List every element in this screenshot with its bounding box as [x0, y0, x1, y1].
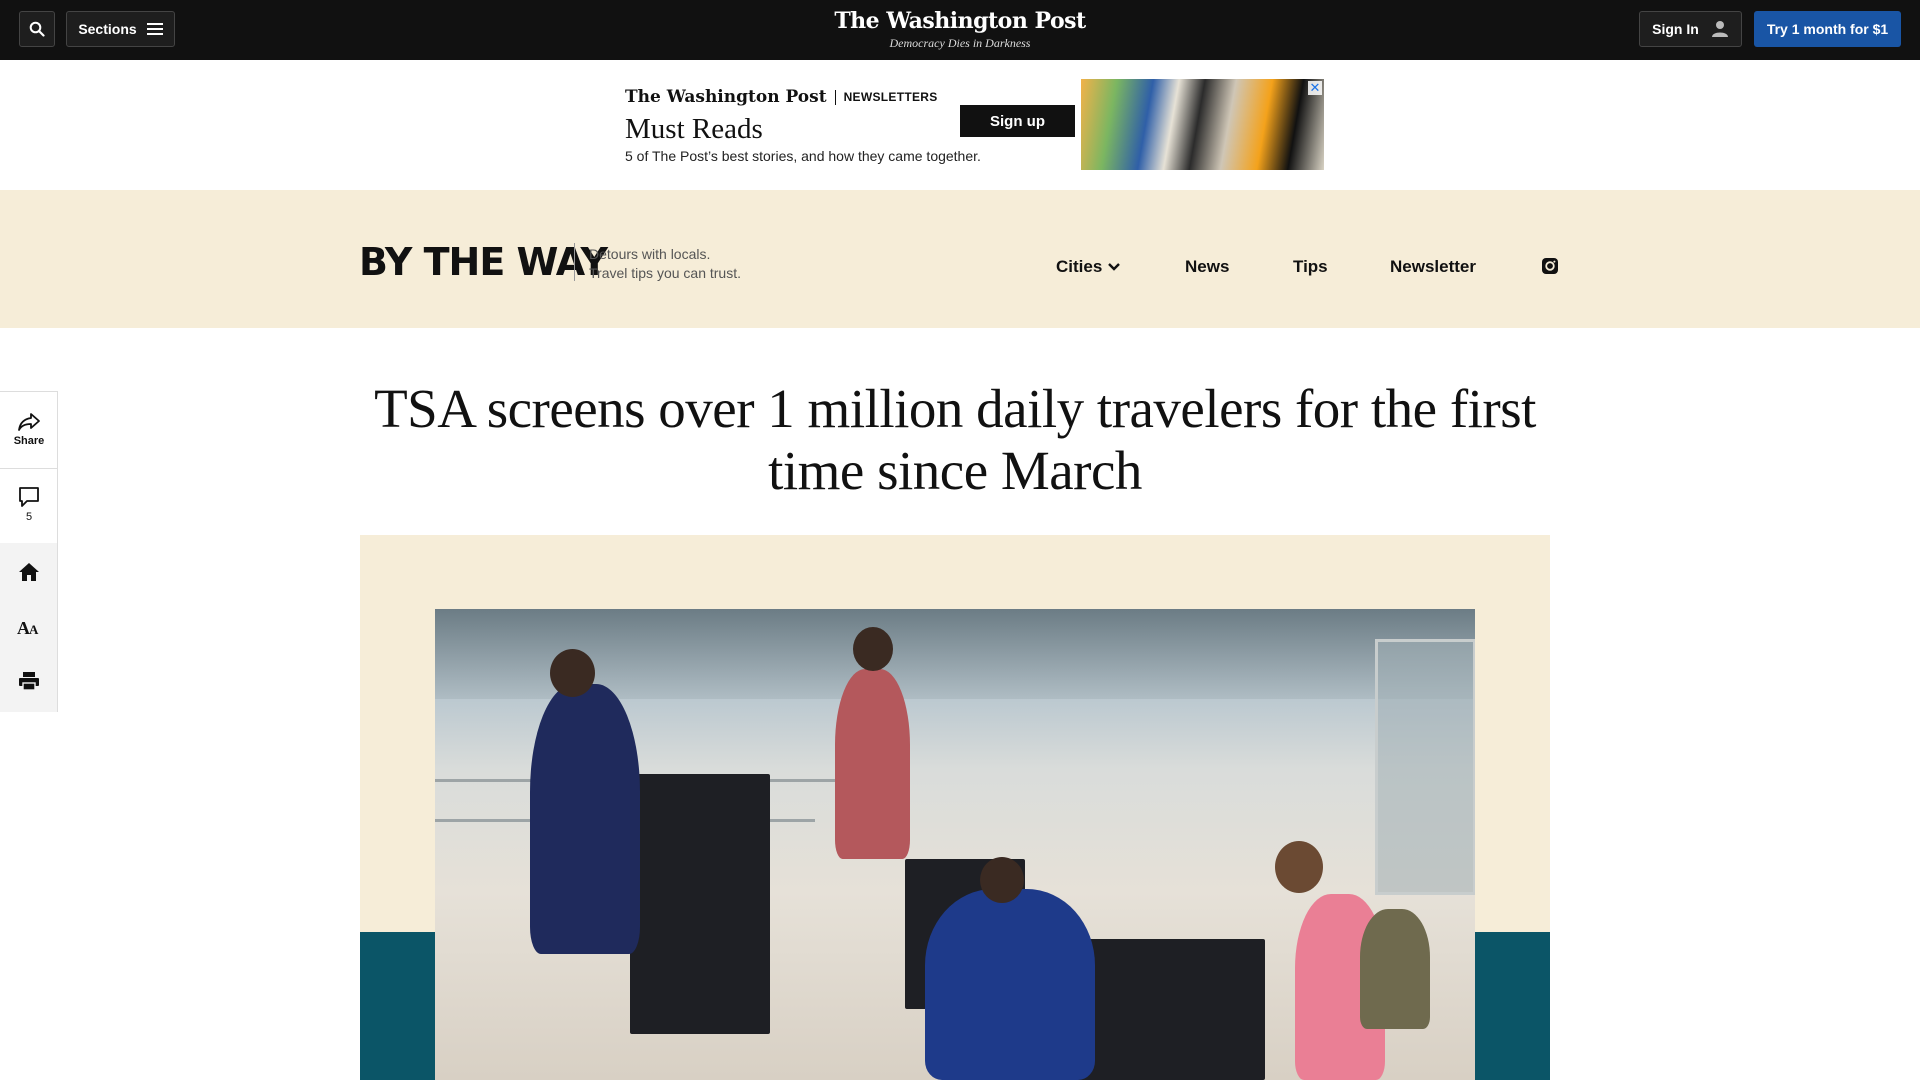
- tsa-checkpoint-photo[interactable]: [435, 609, 1475, 1080]
- photo-glass-partition: [1375, 639, 1475, 895]
- article-tools-rail: Share 5 A A: [0, 391, 58, 712]
- comments-count: 5: [25, 511, 33, 523]
- sign-in-button[interactable]: Sign In: [1639, 11, 1742, 47]
- tagline-line-1: Detours with locals.: [589, 246, 711, 262]
- photo-head: [550, 649, 595, 697]
- share-label: Share: [13, 435, 45, 447]
- share-button[interactable]: Share: [0, 412, 58, 447]
- newsletter-ad[interactable]: The Washington Post NEWSLETTERS Must Rea…: [620, 79, 1324, 171]
- print-button[interactable]: [0, 671, 58, 691]
- instagram-icon[interactable]: [1541, 257, 1559, 275]
- masthead-tagline: Democracy Dies in Darkness: [889, 36, 1031, 50]
- nav-cities[interactable]: Cities: [1056, 257, 1121, 277]
- logo-divider: [574, 243, 575, 281]
- ad-image-collage[interactable]: ✕: [1081, 79, 1324, 170]
- top-navigation-bar: Sections The Washington Post Democracy D…: [0, 0, 1920, 60]
- nav-news[interactable]: News: [1185, 257, 1229, 277]
- nav-tips[interactable]: Tips: [1293, 257, 1328, 277]
- text-size-icon: A A: [17, 618, 39, 636]
- ad-brand: The Washington Post NEWSLETTERS: [625, 87, 938, 107]
- hero-image-frame: [360, 535, 1550, 1080]
- ad-signup-button[interactable]: Sign up: [960, 105, 1075, 137]
- comments-button[interactable]: 5: [0, 486, 58, 523]
- chevron-down-icon: [1108, 263, 1121, 271]
- photo-traveler: [835, 669, 910, 859]
- photo-head: [1275, 841, 1323, 893]
- print-icon: [19, 672, 39, 691]
- nav-newsletter[interactable]: Newsletter: [1390, 257, 1476, 277]
- article-headline: TSA screens over 1 million daily travele…: [374, 378, 1536, 501]
- ad-brand-label: NEWSLETTERS: [843, 90, 938, 104]
- ad-brand-divider: [834, 89, 836, 105]
- share-arrow-icon: [18, 413, 40, 431]
- section-tagline: Detours with locals. Travel tips you can…: [589, 245, 741, 283]
- photo-head: [853, 627, 893, 671]
- home-button[interactable]: [0, 562, 58, 582]
- masthead[interactable]: The Washington Post Democracy Dies in Da…: [0, 8, 1920, 51]
- ad-description: 5 of The Post’s best stories, and how th…: [625, 148, 981, 164]
- home-icon: [19, 563, 39, 581]
- photo-head: [980, 857, 1024, 903]
- ad-title: Must Reads: [625, 113, 763, 145]
- ad-close-icon[interactable]: ✕: [1308, 81, 1322, 95]
- photo-backpack: [1360, 909, 1430, 1029]
- photo-tsa-officer: [925, 889, 1095, 1080]
- sign-in-label: Sign In: [1652, 21, 1699, 37]
- text-size-button[interactable]: A A: [0, 618, 58, 636]
- comment-bubble-icon: [19, 487, 39, 507]
- tagline-line-2: Travel tips you can trust.: [589, 265, 741, 281]
- subscribe-button[interactable]: Try 1 month for $1: [1754, 11, 1901, 47]
- nav-cities-label: Cities: [1056, 257, 1103, 276]
- user-icon: [1711, 21, 1728, 37]
- rail-divider: [0, 468, 57, 469]
- section-header-band: [0, 190, 1920, 328]
- masthead-logo[interactable]: The Washington Post: [0, 8, 1920, 34]
- svg-text:A: A: [29, 622, 39, 636]
- ad-brand-name: The Washington Post: [625, 87, 827, 107]
- photo-podium: [630, 774, 770, 1034]
- photo-tsa-officer: [530, 684, 640, 954]
- by-the-way-logo[interactable]: BY THE WAY: [359, 240, 608, 284]
